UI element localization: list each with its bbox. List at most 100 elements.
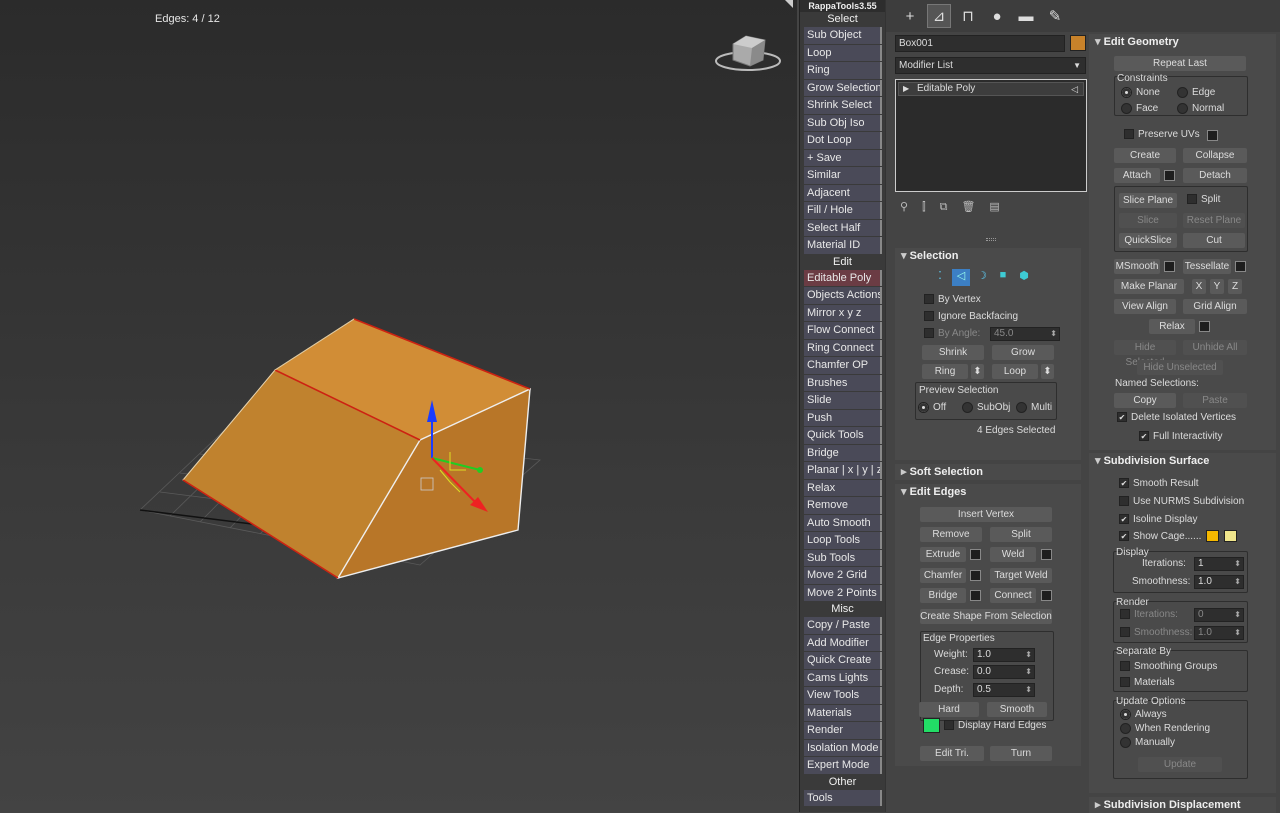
rappa-expert-mode-button[interactable]: Expert Mode	[804, 757, 882, 774]
display-icon[interactable]: ▬	[1014, 4, 1038, 28]
update-manually-radio[interactable]: Manually	[1120, 737, 1175, 748]
constraint-face-radio[interactable]: Face	[1121, 103, 1158, 114]
render-iterations-checkbox[interactable]: Iterations:	[1120, 609, 1178, 620]
cut-button[interactable]: Cut	[1183, 233, 1245, 248]
soft-selection-header[interactable]: Soft Selection	[895, 464, 1081, 480]
update-always-radio[interactable]: Always	[1120, 709, 1167, 720]
rappa-bridge-button[interactable]: Bridge	[804, 444, 882, 461]
hard-edge-color-swatch[interactable]	[923, 718, 940, 733]
stack-item-editable-poly[interactable]: ▶ Editable Poly ◁	[898, 82, 1084, 96]
depth-spinner[interactable]: 0.5	[973, 683, 1035, 697]
rappa-move-2-points-button[interactable]: Move 2 Points	[804, 584, 882, 601]
rappa-slide-button[interactable]: Slide	[804, 392, 882, 409]
turn-button[interactable]: Turn	[990, 746, 1052, 761]
vertex-level-icon[interactable]: ⁚	[931, 269, 949, 286]
show-end-result-icon[interactable]: ⫿	[922, 201, 940, 213]
weight-spinner[interactable]: 1.0	[973, 648, 1035, 662]
loop-button[interactable]: Loop	[992, 364, 1038, 379]
iterations-spinner[interactable]: 1	[1194, 557, 1244, 571]
rappa-adjacent-button[interactable]: Adjacent	[804, 184, 882, 201]
repeat-last-button[interactable]: Repeat Last	[1114, 56, 1246, 71]
planar-y-button[interactable]: Y	[1210, 279, 1224, 294]
cage-selection-color-swatch[interactable]	[1224, 530, 1237, 542]
rappa-sub-tools-button[interactable]: Sub Tools	[804, 549, 882, 566]
rappa-sub-obj-iso-button[interactable]: Sub Obj Iso	[804, 114, 882, 131]
constraint-edge-radio[interactable]: Edge	[1177, 87, 1215, 98]
chamfer-settings-icon[interactable]	[970, 570, 981, 581]
attach-list-icon[interactable]	[1164, 170, 1175, 181]
rappa-similar-button[interactable]: Similar	[804, 167, 882, 184]
quickslice-button[interactable]: QuickSlice	[1119, 233, 1177, 248]
paste-button[interactable]: Paste	[1183, 393, 1247, 408]
edge-level-icon[interactable]: ◁	[952, 269, 970, 286]
smooth-button[interactable]: Smooth	[987, 702, 1047, 717]
target-weld-button[interactable]: Target Weld	[990, 568, 1052, 583]
rappa-sub-object-button[interactable]: Sub Object	[804, 27, 882, 44]
extrude-button[interactable]: Extrude	[920, 547, 966, 562]
rappa-shrink-select-button[interactable]: Shrink Select	[804, 97, 882, 114]
checkbox-box[interactable]: ✔	[1119, 478, 1129, 489]
connect-button[interactable]: Connect	[990, 588, 1036, 603]
planar-x-button[interactable]: X	[1192, 279, 1206, 294]
rappa-render-button[interactable]: Render	[804, 722, 882, 739]
pin-stack-icon[interactable]: ⚲	[900, 201, 922, 213]
checkbox-box[interactable]	[1187, 194, 1197, 205]
panel-splitter-icon[interactable]	[986, 238, 996, 241]
full-interactivity-checkbox[interactable]: ✔ Full Interactivity	[1139, 431, 1222, 442]
rappa-materials-button[interactable]: Materials	[804, 704, 882, 721]
rappa-view-tools-button[interactable]: View Tools	[804, 687, 882, 704]
remove-modifier-icon[interactable]: 🗑	[961, 201, 989, 213]
checkbox-box[interactable]	[924, 328, 934, 339]
copy-button[interactable]: Copy	[1114, 393, 1176, 408]
unhide-all-button[interactable]: Unhide All	[1183, 340, 1247, 355]
expand-icon[interactable]: ▶	[903, 84, 909, 93]
slice-button[interactable]: Slice	[1119, 213, 1177, 228]
modifier-stack[interactable]: ▶ Editable Poly ◁	[895, 79, 1087, 192]
angle-spinner[interactable]: 45.0	[990, 327, 1060, 341]
checkbox-box[interactable]: ✔	[1117, 412, 1127, 423]
checkbox-box[interactable]: ✔	[1119, 531, 1129, 542]
chamfer-button[interactable]: Chamfer	[920, 568, 966, 583]
preserve-uvs-checkbox[interactable]: Preserve UVs	[1124, 129, 1200, 140]
checkbox-box[interactable]: ✔	[1139, 431, 1149, 442]
relax-settings-icon[interactable]	[1199, 321, 1210, 332]
shrink-button[interactable]: Shrink	[922, 345, 984, 360]
isoline-display-checkbox[interactable]: ✔ Isoline Display	[1119, 514, 1197, 525]
configure-sets-icon[interactable]: ▤	[989, 201, 1013, 213]
edit-tri-button[interactable]: Edit Tri.	[920, 746, 984, 761]
split-button[interactable]: Split	[990, 527, 1052, 542]
hard-button[interactable]: Hard	[919, 702, 979, 717]
remove-button[interactable]: Remove	[920, 527, 982, 542]
bridge-settings-icon[interactable]	[970, 590, 981, 601]
slice-plane-button[interactable]: Slice Plane	[1119, 193, 1177, 208]
hierarchy-icon[interactable]: ⊓	[956, 4, 980, 28]
ring-spinner[interactable]: ⬍	[971, 364, 984, 379]
rappa-remove-button[interactable]: Remove	[804, 497, 882, 514]
viewport-scene[interactable]	[0, 0, 797, 812]
rappa-select-half-button[interactable]: Select Half	[804, 219, 882, 236]
make-planar-button[interactable]: Make Planar	[1114, 279, 1184, 294]
attach-button[interactable]: Attach	[1114, 168, 1160, 183]
checkbox-box[interactable]	[1120, 661, 1130, 672]
delete-isolated-checkbox[interactable]: ✔ Delete Isolated Vertices	[1117, 412, 1236, 423]
planar-z-button[interactable]: Z	[1228, 279, 1242, 294]
constraint-none-radio[interactable]: None	[1121, 87, 1160, 98]
render-iterations-spinner[interactable]: 0	[1194, 608, 1244, 622]
msmooth-settings-icon[interactable]	[1164, 261, 1175, 272]
grow-button[interactable]: Grow	[992, 345, 1054, 360]
modifier-list-dropdown[interactable]: Modifier List ▼	[895, 57, 1086, 74]
smoothing-groups-checkbox[interactable]: Smoothing Groups	[1120, 661, 1217, 672]
object-color-swatch[interactable]	[1070, 35, 1086, 51]
subdivision-displacement-header[interactable]: Subdivision Displacement	[1089, 797, 1276, 813]
materials-checkbox[interactable]: Materials	[1120, 677, 1175, 688]
rappa-loop-tools-button[interactable]: Loop Tools	[804, 532, 882, 549]
extrude-settings-icon[interactable]	[970, 549, 981, 560]
preview-subobj-radio[interactable]: SubObj	[962, 402, 1010, 413]
rappa-chamfer-op-button[interactable]: Chamfer OP	[804, 357, 882, 374]
rappa-grow-selection-button[interactable]: Grow Selection	[804, 79, 882, 96]
border-level-icon[interactable]: ☽	[973, 269, 991, 286]
viewcube-icon[interactable]	[715, 35, 781, 71]
make-unique-icon[interactable]: ⧉	[940, 201, 962, 213]
checkbox-box[interactable]	[1120, 677, 1130, 688]
rappa-planar-x-y-z-button[interactable]: Planar | x | y | z	[804, 462, 882, 479]
